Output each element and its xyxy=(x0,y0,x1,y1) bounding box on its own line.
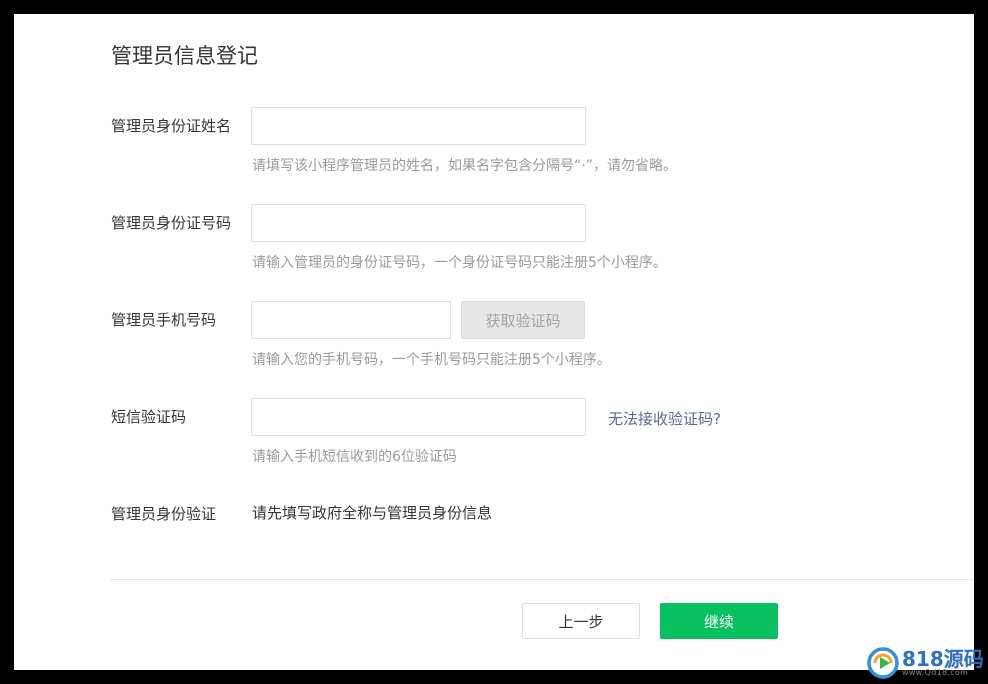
registration-panel: 管理员信息登记 管理员身份证姓名 请填写该小程序管理员的姓名，如果名字包含分隔号… xyxy=(14,14,974,670)
footer-divider xyxy=(110,579,974,580)
id-number-hint: 请输入管理员的身份证号码，一个身份证号码只能注册5个小程序。 xyxy=(252,255,667,271)
sms-code-input[interactable] xyxy=(252,399,585,435)
sms-code-label: 短信验证码 xyxy=(111,408,187,426)
identity-verify-label: 管理员身份验证 xyxy=(111,505,217,523)
phone-hint: 请输入您的手机号码，一个手机号码只能注册5个小程序。 xyxy=(252,352,611,368)
name-field-box xyxy=(251,107,586,145)
watermark-brand: 818源码 xyxy=(902,647,984,671)
watermark-logo: 818源码 www.Qd18.com xyxy=(866,644,984,682)
id-number-label: 管理员身份证号码 xyxy=(111,214,232,232)
page-title: 管理员信息登记 xyxy=(111,44,258,68)
play-circle-icon xyxy=(867,647,899,679)
id-number-field-box xyxy=(251,204,586,242)
sms-code-hint: 请输入手机短信收到的6位验证码 xyxy=(252,449,457,465)
get-code-button[interactable]: 获取验证码 xyxy=(461,301,585,339)
continue-button[interactable]: 继续 xyxy=(660,603,778,639)
phone-label: 管理员手机号码 xyxy=(111,311,217,329)
name-hint: 请填写该小程序管理员的姓名，如果名字包含分隔号“·”，请勿省略。 xyxy=(252,158,677,174)
phone-field-box xyxy=(251,301,451,339)
sms-code-field-box xyxy=(251,398,586,436)
phone-input[interactable] xyxy=(252,302,450,338)
id-number-input[interactable] xyxy=(252,205,585,241)
cannot-receive-code-link[interactable]: 无法接收验证码? xyxy=(608,408,721,429)
name-label: 管理员身份证姓名 xyxy=(111,117,232,135)
identity-verify-value: 请先填写政府全称与管理员身份信息 xyxy=(252,504,493,522)
name-input[interactable] xyxy=(252,108,585,144)
prev-step-button[interactable]: 上一步 xyxy=(522,603,640,639)
